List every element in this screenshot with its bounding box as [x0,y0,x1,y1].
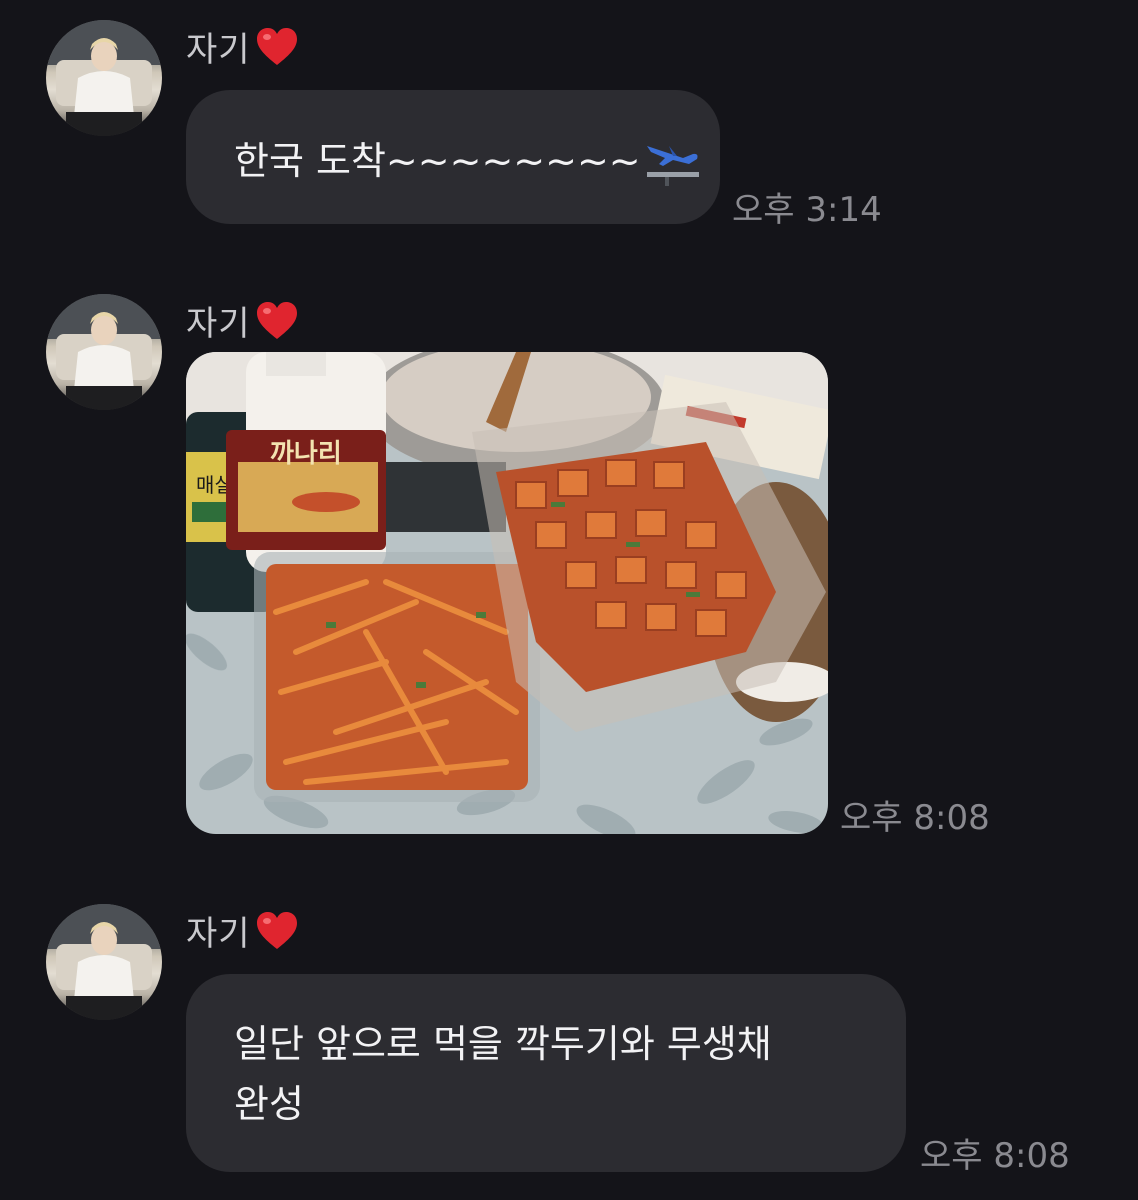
airplane-arriving-icon [646,146,699,186]
sender-name: 자기 [186,906,299,955]
sender-name: 자기 [186,22,299,71]
heart-icon [256,27,297,65]
message-text-line: 완성 [234,1082,304,1126]
sender-name-text: 자기 [186,914,251,954]
message-bubble[interactable]: 일단 앞으로 먹을 깍두기와 무생채 완성 [186,974,906,1172]
message-text: 한국 도착~~~~~~~~ [234,138,641,183]
sender-avatar[interactable] [46,20,162,136]
bottle-label-large: 까나리 [270,439,342,469]
sender-name: 자기 [186,296,299,345]
message-text-line: 일단 앞으로 먹을 깍두기와 무생채 [234,1022,772,1066]
heart-icon [256,911,297,949]
sender-avatar[interactable] [46,294,162,410]
message-timestamp: 오후 8:08 [920,1136,1070,1176]
sender-name-text: 자기 [186,304,251,344]
sender-name-text: 자기 [186,30,251,70]
message-timestamp: 오후 3:14 [732,190,882,230]
food-photo: 매실원 까나리 [186,352,828,834]
sender-avatar[interactable] [46,904,162,1020]
chat-view: 자기 한국 도착~~~~~~~~ 오후 3:14 자기 매실원 까나리 오후 8… [0,0,1138,1200]
heart-icon [256,301,297,339]
message-bubble[interactable]: 한국 도착~~~~~~~~ [186,90,720,224]
message-timestamp: 오후 8:08 [840,798,990,838]
photo-message[interactable]: 매실원 까나리 [186,352,828,834]
